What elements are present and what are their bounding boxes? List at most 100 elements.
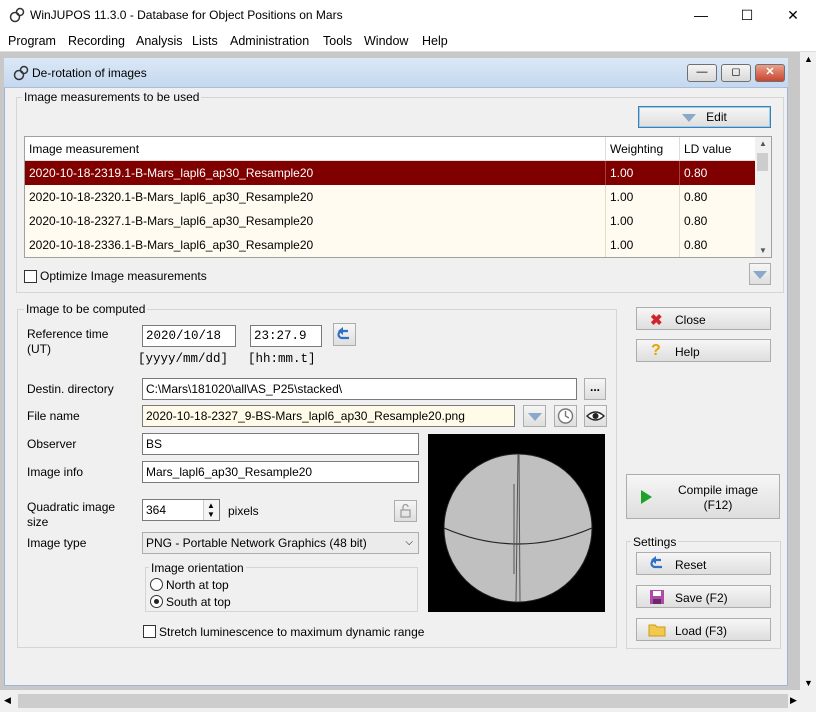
settings-group-label: Settings bbox=[631, 535, 679, 549]
app-title: WinJUPOS 11.3.0 - Database for Object Po… bbox=[30, 8, 343, 22]
chevron-down-icon: ⌵ bbox=[405, 537, 413, 548]
date-field[interactable]: 2020/10/18 bbox=[142, 325, 236, 347]
vertical-scrollbar[interactable]: ▲ ▼ bbox=[800, 52, 816, 690]
filename-options-button[interactable] bbox=[523, 405, 546, 427]
cell-ld-value: 0.80 bbox=[680, 185, 757, 209]
cell-weighting: 1.00 bbox=[606, 161, 680, 185]
cell-weighting: 1.00 bbox=[606, 233, 680, 257]
filename-field[interactable]: 2020-10-18-2327_9-BS-Mars_lapl6_ap30_Res… bbox=[142, 405, 515, 427]
menu-help[interactable]: Help bbox=[422, 34, 448, 48]
reset-button[interactable]: Reset bbox=[636, 552, 771, 575]
play-icon bbox=[641, 490, 652, 504]
app-icon bbox=[9, 7, 25, 23]
optimize-checkbox[interactable] bbox=[24, 270, 37, 283]
table-scrollbar[interactable]: ▲ ▼ bbox=[755, 137, 771, 257]
menu-administration[interactable]: Administration bbox=[230, 34, 309, 48]
table-row[interactable]: 2020-10-18-2320.1-B-Mars_lapl6_ap30_Resa… bbox=[25, 185, 757, 209]
observer-field[interactable]: BS bbox=[142, 433, 419, 455]
north-radio[interactable] bbox=[150, 578, 163, 591]
derotation-title: De-rotation of images bbox=[32, 66, 147, 80]
load-button[interactable]: Load (F3) bbox=[636, 618, 771, 641]
dialog-minimize-button[interactable]: — bbox=[687, 64, 717, 82]
menu-tools[interactable]: Tools bbox=[323, 34, 352, 48]
measurements-table[interactable]: Image measurement Weighting LD value 202… bbox=[24, 136, 772, 258]
observer-label: Observer bbox=[27, 437, 77, 451]
dropdown-arrow-icon bbox=[753, 271, 767, 279]
dropdown-arrow-icon bbox=[528, 413, 542, 421]
table-row[interactable]: 2020-10-18-2319.1-B-Mars_lapl6_ap30_Resa… bbox=[25, 161, 757, 185]
destin-field[interactable]: C:\Mars\181020\all\AS_P25\stacked\ bbox=[142, 378, 577, 400]
column-header-weighting[interactable]: Weighting bbox=[606, 137, 680, 161]
folder-icon bbox=[648, 624, 666, 637]
size-stepper[interactable]: ▲ ▼ bbox=[203, 500, 219, 520]
cell-weighting: 1.00 bbox=[606, 209, 680, 233]
eye-icon bbox=[585, 411, 606, 421]
destin-label: Destin. directory bbox=[27, 382, 114, 396]
menu-lists[interactable]: Lists bbox=[192, 34, 218, 48]
help-button[interactable]: ? Help bbox=[636, 339, 771, 362]
reset-time-button[interactable] bbox=[333, 323, 356, 346]
south-radio-label: South at top bbox=[166, 595, 231, 609]
imageinfo-label: Image info bbox=[27, 465, 84, 479]
compute-group-label: Image to be computed bbox=[24, 302, 148, 316]
type-select[interactable]: PNG - Portable Network Graphics (48 bit)… bbox=[142, 532, 419, 554]
minimize-button[interactable]: — bbox=[678, 0, 724, 30]
cell-ld-value: 0.80 bbox=[680, 161, 757, 185]
horizontal-scrollbar[interactable]: ◀ ▶ bbox=[0, 690, 816, 712]
cell-weighting: 1.00 bbox=[606, 185, 680, 209]
south-radio[interactable] bbox=[150, 595, 163, 608]
clock-icon bbox=[557, 408, 574, 424]
close-button-label: Close bbox=[675, 313, 706, 327]
undo-icon bbox=[650, 556, 662, 569]
table-row[interactable]: 2020-10-18-2336.1-B-Mars_lapl6_ap30_Resa… bbox=[25, 233, 757, 257]
menu-program[interactable]: Program bbox=[8, 34, 56, 48]
reset-button-label: Reset bbox=[675, 558, 707, 572]
cell-ld-value: 0.80 bbox=[680, 209, 757, 233]
clock-button[interactable] bbox=[554, 405, 577, 427]
type-label: Image type bbox=[27, 536, 87, 550]
preview-button[interactable] bbox=[584, 405, 607, 427]
menu-recording[interactable]: Recording bbox=[68, 34, 125, 48]
measurements-group-label: Image measurements to be used bbox=[22, 90, 202, 104]
image-preview bbox=[428, 434, 605, 612]
reference-time-label: Reference time (UT) bbox=[27, 327, 109, 356]
menu-window[interactable]: Window bbox=[364, 34, 408, 48]
help-icon: ? bbox=[651, 342, 661, 359]
dialog-restore-button[interactable]: ◻ bbox=[721, 64, 751, 82]
save-button[interactable]: Save (F2) bbox=[636, 585, 771, 608]
menu-analysis[interactable]: Analysis bbox=[136, 34, 183, 48]
dropdown-arrow-icon bbox=[682, 113, 697, 122]
undo-icon bbox=[337, 327, 349, 340]
north-radio-label: North at top bbox=[166, 578, 229, 592]
compile-button-label: Compile image (F12) bbox=[677, 483, 759, 512]
table-row[interactable]: 2020-10-18-2327.1-B-Mars_lapl6_ap30_Resa… bbox=[25, 209, 757, 233]
lock-size-button[interactable] bbox=[394, 500, 417, 522]
filename-label: File name bbox=[27, 409, 80, 423]
cell-measurement: 2020-10-18-2319.1-B-Mars_lapl6_ap30_Resa… bbox=[25, 161, 606, 185]
browse-button[interactable]: ... bbox=[584, 378, 606, 400]
imageinfo-field[interactable]: Mars_lapl6_ap30_Resample20 bbox=[142, 461, 419, 483]
load-button-label: Load (F3) bbox=[675, 624, 728, 638]
date-format-hint: [yyyy/mm/dd] bbox=[138, 352, 229, 366]
column-header-ld-value[interactable]: LD value bbox=[680, 137, 757, 161]
maximize-button[interactable]: ☐ bbox=[724, 0, 770, 30]
help-button-label: Help bbox=[675, 345, 700, 359]
column-header-measurement[interactable]: Image measurement bbox=[25, 137, 606, 161]
floppy-disk-icon bbox=[650, 590, 664, 604]
edit-button[interactable]: Edit bbox=[638, 106, 771, 128]
optimize-label: Optimize Image measurements bbox=[40, 269, 207, 283]
dialog-close-button[interactable]: ✕ bbox=[755, 64, 785, 82]
orientation-group-label: Image orientation bbox=[149, 561, 246, 575]
size-label: Quadratic image size bbox=[27, 500, 116, 529]
close-button[interactable]: ✖ Close bbox=[636, 307, 771, 330]
cell-measurement: 2020-10-18-2327.1-B-Mars_lapl6_ap30_Resa… bbox=[25, 209, 606, 233]
size-unit-label: pixels bbox=[228, 504, 259, 518]
cell-measurement: 2020-10-18-2320.1-B-Mars_lapl6_ap30_Resa… bbox=[25, 185, 606, 209]
close-window-button[interactable]: ✕ bbox=[770, 0, 816, 30]
expand-button[interactable] bbox=[749, 263, 771, 285]
compile-button[interactable]: Compile image (F12) bbox=[626, 474, 780, 519]
stretch-checkbox[interactable] bbox=[143, 625, 156, 638]
type-select-value: PNG - Portable Network Graphics (48 bit) bbox=[146, 536, 367, 550]
time-field[interactable]: 23:27.9 bbox=[250, 325, 322, 347]
planet-preview-icon bbox=[443, 453, 593, 603]
